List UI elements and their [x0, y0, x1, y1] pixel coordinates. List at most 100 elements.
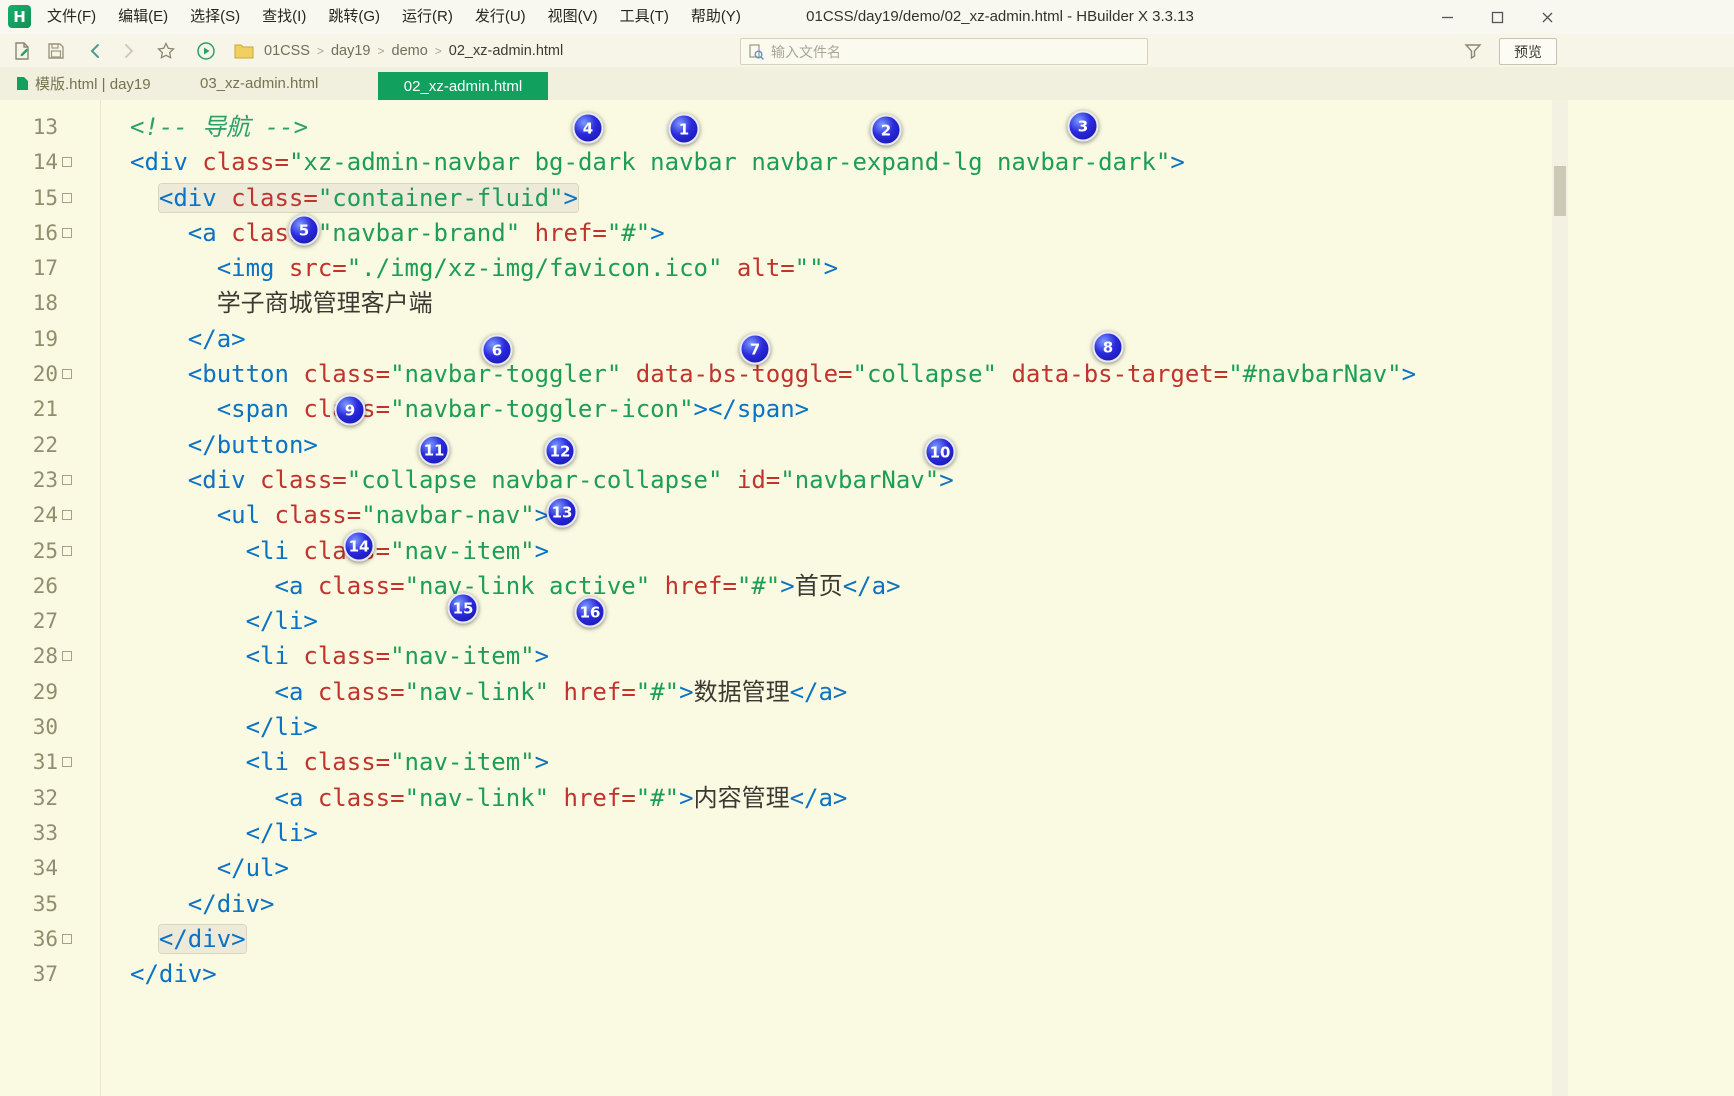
token-attr: class	[303, 571, 391, 600]
save-icon	[47, 42, 64, 59]
token-tag: </a>	[842, 571, 901, 600]
fold-marker[interactable]	[62, 651, 72, 662]
close-button[interactable]	[1522, 0, 1572, 34]
code-content: <li class="nav-item">	[246, 537, 549, 565]
menu-item[interactable]: 查找(I)	[251, 0, 317, 34]
token-attr: id	[722, 465, 766, 494]
token-tag: <a	[274, 571, 304, 600]
line-number: 24	[32, 503, 58, 528]
token-attr: href	[650, 571, 723, 600]
gutter: 30	[0, 710, 100, 745]
code-line: 29 <a class="nav-link" href="#">数据管理</a>	[0, 675, 1704, 710]
fold-marker[interactable]	[62, 933, 72, 944]
gutter: 18	[0, 286, 100, 321]
breadcrumb-item[interactable]: demo	[390, 43, 430, 59]
gutter: 22	[0, 428, 100, 463]
fold-marker[interactable]	[62, 474, 72, 485]
line-number: 17	[32, 256, 58, 281]
folder-icon	[234, 44, 253, 58]
fold-marker[interactable]	[62, 510, 72, 521]
preview-button[interactable]: 预览	[1499, 38, 1557, 65]
menu-item[interactable]: 发行(U)	[464, 0, 537, 34]
code-area: <img src="./img/xz-img/favicon.ico" alt=…	[100, 251, 1704, 286]
line-number: 25	[32, 538, 58, 563]
back-icon	[90, 43, 99, 58]
token-tag: </a>	[187, 324, 246, 353]
scrollbar-thumb[interactable]	[1554, 166, 1566, 216]
maximize-button[interactable]	[1472, 0, 1522, 34]
favorite-button[interactable]	[152, 37, 179, 64]
token-attr: class	[303, 783, 391, 812]
gutter: 29	[0, 675, 100, 710]
gutter: 32	[0, 781, 100, 816]
code-line: 30 </li>	[0, 710, 1704, 745]
gutter: 25	[0, 534, 100, 569]
menu-item[interactable]: 视图(V)	[537, 0, 609, 34]
code-line: 24 <ul class="navbar-nav">	[0, 498, 1704, 533]
tab-active[interactable]: 02_xz-admin.html	[378, 72, 548, 100]
code-editor[interactable]: 13 <!-- 导航 --> 14 <div class="xz-admin-navb…	[0, 100, 1734, 1096]
new-file-button[interactable]	[8, 37, 35, 64]
filter-button[interactable]	[1460, 38, 1486, 64]
token-attr: href	[549, 677, 622, 706]
code-content: </li>	[246, 713, 318, 741]
token-tag: ></span>	[693, 395, 810, 424]
line-number: 14	[32, 150, 58, 175]
token-tag: <li	[245, 748, 289, 777]
code-line: 18 学子商城管理客户端	[0, 286, 1704, 321]
search-input[interactable]	[765, 43, 1147, 60]
breadcrumb-item[interactable]: 01CSS	[262, 43, 312, 59]
fold-marker[interactable]	[62, 545, 72, 556]
fold-marker[interactable]	[62, 369, 72, 380]
token-eq: =	[722, 571, 737, 600]
breadcrumb-item[interactable]: 02_xz-admin.html	[447, 43, 565, 59]
minimize-button[interactable]	[1422, 0, 1472, 34]
folder-button[interactable]	[230, 37, 257, 64]
new-file-icon	[14, 41, 29, 60]
token-val: "navbar-toggler"	[390, 360, 622, 389]
token-tag: </button>	[187, 430, 318, 459]
line-number: 19	[32, 326, 58, 351]
code-content: <a class="nav-link active" href="#">首页</…	[275, 572, 901, 600]
document-icon	[16, 76, 29, 91]
code-content: <button class="navbar-toggler" data-bs-t…	[188, 360, 1416, 388]
gutter: 13	[0, 110, 100, 145]
menu-item[interactable]: 编辑(E)	[107, 0, 179, 34]
run-button[interactable]	[192, 37, 219, 64]
code-line: 35 </div>	[0, 887, 1704, 922]
menu-item[interactable]: 帮助(Y)	[680, 0, 752, 34]
tab[interactable]: 模版.html | day19	[8, 67, 159, 100]
token-eq: =	[1213, 360, 1229, 389]
token-tag: </li>	[245, 818, 318, 847]
token-val: "#"	[635, 677, 680, 706]
tab[interactable]: 03_xz-admin.html	[192, 67, 326, 100]
tab-label: 02_xz-admin.html	[403, 77, 523, 95]
save-button[interactable]	[42, 37, 69, 64]
code-area: </ul>	[100, 851, 1704, 886]
token-val: "nav-link active"	[404, 571, 651, 600]
gutter: 36	[0, 922, 100, 957]
fold-marker[interactable]	[62, 157, 72, 168]
forward-button[interactable]	[114, 37, 141, 64]
code-content: <!-- 导航 -->	[130, 113, 308, 141]
fold-marker[interactable]	[62, 192, 72, 203]
breadcrumb-item[interactable]: day19	[329, 43, 373, 59]
menu-item[interactable]: 工具(T)	[609, 0, 680, 34]
menu-item[interactable]: 跳转(G)	[317, 0, 391, 34]
menu-item[interactable]: 运行(R)	[391, 0, 464, 34]
menu-item[interactable]: 选择(S)	[179, 0, 251, 34]
scrollbar-track[interactable]	[1552, 100, 1568, 1096]
window-title: 01CSS/day19/demo/02_xz-admin.html - HBui…	[806, 8, 1194, 25]
line-number: 22	[32, 432, 58, 457]
fold-marker[interactable]	[62, 757, 72, 768]
token-tag: </ul>	[216, 854, 289, 883]
fold-marker[interactable]	[62, 227, 72, 238]
token-eq: =	[375, 536, 391, 565]
code-area: </li>	[100, 816, 1704, 851]
token-eq: =	[592, 218, 607, 247]
menu-item[interactable]: 文件(F)	[36, 0, 107, 34]
gutter: 35	[0, 887, 100, 922]
token-tag: <img	[216, 254, 275, 283]
back-button[interactable]	[82, 37, 109, 64]
token-attr: class	[216, 218, 304, 247]
